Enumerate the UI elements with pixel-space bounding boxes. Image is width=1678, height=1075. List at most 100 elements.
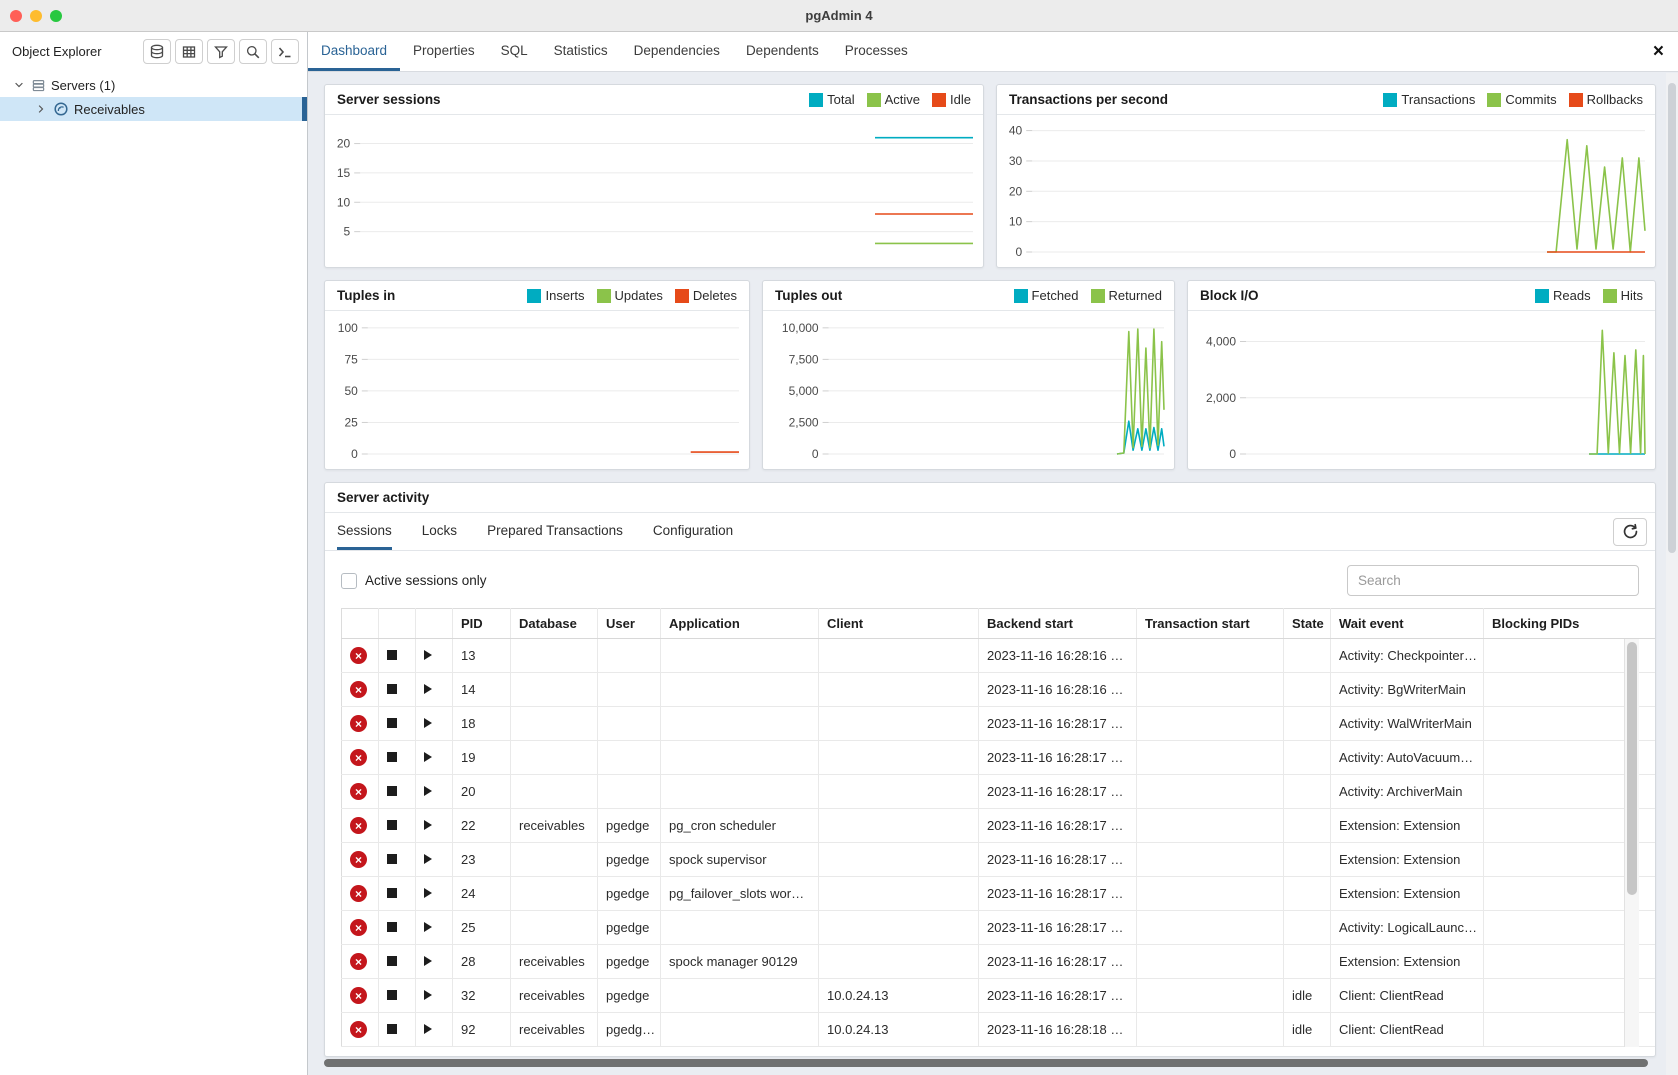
column-header-state[interactable]: State	[1284, 609, 1331, 639]
terminate-session-icon[interactable]	[387, 990, 397, 1000]
close-window-button[interactable]	[10, 10, 22, 22]
terminate-session-icon[interactable]	[387, 650, 397, 660]
column-header-transaction-start[interactable]: Transaction start	[1137, 609, 1284, 639]
cancel-session-icon[interactable]: ×	[350, 647, 367, 664]
cancel-session-icon[interactable]: ×	[350, 783, 367, 800]
expand-row-icon[interactable]	[424, 956, 432, 966]
cancel-session-icon[interactable]: ×	[350, 715, 367, 732]
cell-state: idle	[1284, 1013, 1331, 1047]
cancel-session-icon[interactable]: ×	[350, 817, 367, 834]
column-header-client[interactable]: Client	[819, 609, 979, 639]
cancel-session-icon[interactable]: ×	[350, 749, 367, 766]
sidebar-item-servers-1[interactable]: Servers (1)	[0, 73, 307, 97]
horizontal-scrollbar-thumb[interactable]	[324, 1059, 1648, 1067]
table-row[interactable]: ×202023-11-16 16:28:17 …Activity: Archiv…	[342, 775, 1656, 809]
expand-row-icon[interactable]	[424, 718, 432, 728]
tab-dashboard[interactable]: Dashboard	[308, 32, 400, 71]
tab-dependents[interactable]: Dependents	[733, 32, 832, 71]
cell-database	[511, 877, 598, 911]
legend-swatch	[1603, 289, 1617, 303]
legend-swatch	[675, 289, 689, 303]
tab-dependencies[interactable]: Dependencies	[621, 32, 733, 71]
expand-row-icon[interactable]	[424, 650, 432, 660]
column-header-database[interactable]: Database	[511, 609, 598, 639]
column-header-pid[interactable]: PID	[453, 609, 511, 639]
terminate-session-icon[interactable]	[387, 820, 397, 830]
cell-application: pg_failover_slots wor…	[661, 877, 819, 911]
cell-user	[598, 775, 661, 809]
table-row[interactable]: ×28receivablespgedgespock manager 901292…	[342, 945, 1656, 979]
terminate-session-icon[interactable]	[387, 718, 397, 728]
column-header-blocking-pids[interactable]: Blocking PIDs	[1484, 609, 1656, 639]
column-header-user[interactable]: User	[598, 609, 661, 639]
activity-tab-sessions[interactable]: Sessions	[337, 513, 392, 550]
cancel-session-icon[interactable]: ×	[350, 851, 367, 868]
terminate-session-icon[interactable]	[387, 922, 397, 932]
table-row[interactable]: ×92receivablespgedg…10.0.24.132023-11-16…	[342, 1013, 1656, 1047]
table-row[interactable]: ×132023-11-16 16:28:16 …Activity: Checkp…	[342, 639, 1656, 673]
expand-row-icon[interactable]	[424, 752, 432, 762]
expand-row-icon[interactable]	[424, 820, 432, 830]
expand-row-icon[interactable]	[424, 888, 432, 898]
close-panel-icon[interactable]: ×	[1653, 32, 1664, 72]
activity-tab-configuration[interactable]: Configuration	[653, 513, 733, 550]
chart-area: 403020100	[997, 115, 1655, 267]
terminate-session-icon[interactable]	[387, 888, 397, 898]
minimize-window-button[interactable]	[30, 10, 42, 22]
table-row[interactable]: ×142023-11-16 16:28:16 …Activity: BgWrit…	[342, 673, 1656, 707]
tab-processes[interactable]: Processes	[832, 32, 921, 71]
expand-row-icon[interactable]	[424, 786, 432, 796]
database-button[interactable]	[143, 39, 171, 64]
activity-tab-prepared-transactions[interactable]: Prepared Transactions	[487, 513, 623, 550]
expand-row-icon[interactable]	[424, 1024, 432, 1034]
expand-row-icon[interactable]	[424, 990, 432, 1000]
cancel-session-icon[interactable]: ×	[350, 681, 367, 698]
table-row[interactable]: ×192023-11-16 16:28:17 …Activity: AutoVa…	[342, 741, 1656, 775]
table-row[interactable]: ×24pgedgepg_failover_slots wor…2023-11-1…	[342, 877, 1656, 911]
table-row[interactable]: ×182023-11-16 16:28:17 …Activity: WalWri…	[342, 707, 1656, 741]
active-sessions-checkbox[interactable]	[341, 573, 357, 589]
search-button[interactable]	[239, 39, 267, 64]
table-row[interactable]: ×25pgedge2023-11-16 16:28:17 …Activity: …	[342, 911, 1656, 945]
tab-properties[interactable]: Properties	[400, 32, 488, 71]
filter-button[interactable]	[207, 39, 235, 64]
sidebar-item-receivables[interactable]: Receivables	[0, 97, 307, 121]
terminate-session-icon[interactable]	[387, 956, 397, 966]
table-vertical-scrollbar-thumb[interactable]	[1627, 642, 1637, 895]
tab-sql[interactable]: SQL	[488, 32, 541, 71]
terminate-session-icon[interactable]	[387, 1024, 397, 1034]
column-header-application[interactable]: Application	[661, 609, 819, 639]
cancel-session-icon[interactable]: ×	[350, 919, 367, 936]
tab-statistics[interactable]: Statistics	[541, 32, 621, 71]
refresh-button[interactable]	[1613, 518, 1647, 546]
zoom-window-button[interactable]	[50, 10, 62, 22]
terminate-session-icon[interactable]	[387, 854, 397, 864]
terminate-session-icon[interactable]	[387, 786, 397, 796]
main-vertical-scrollbar-thumb[interactable]	[1668, 83, 1676, 553]
cell-user: pgedge	[598, 911, 661, 945]
expand-row-icon[interactable]	[424, 922, 432, 932]
table-row[interactable]: ×32receivablespgedge10.0.24.132023-11-16…	[342, 979, 1656, 1013]
chevron-right-icon[interactable]	[34, 103, 48, 115]
terminate-session-icon[interactable]	[387, 752, 397, 762]
terminal-button[interactable]	[271, 39, 299, 64]
activity-tab-locks[interactable]: Locks	[422, 513, 457, 550]
cancel-session-icon[interactable]: ×	[350, 953, 367, 970]
chevron-down-icon[interactable]	[12, 79, 26, 91]
svg-text:10,000: 10,000	[782, 321, 819, 335]
cancel-session-icon[interactable]: ×	[350, 987, 367, 1004]
expand-row-icon[interactable]	[424, 854, 432, 864]
column-header-wait-event[interactable]: Wait event	[1331, 609, 1484, 639]
chart-panel-tuples-out: Tuples outFetchedReturned10,0007,5005,00…	[762, 280, 1175, 470]
terminate-session-icon[interactable]	[387, 684, 397, 694]
table-row[interactable]: ×22receivablespgedgepg_cron scheduler202…	[342, 809, 1656, 843]
cancel-session-icon[interactable]: ×	[350, 1021, 367, 1038]
column-header-backend-start[interactable]: Backend start	[979, 609, 1137, 639]
table-button[interactable]	[175, 39, 203, 64]
search-input[interactable]	[1347, 565, 1639, 596]
cell-database	[511, 673, 598, 707]
expand-row-icon[interactable]	[424, 684, 432, 694]
table-row[interactable]: ×23pgedgespock supervisor2023-11-16 16:2…	[342, 843, 1656, 877]
legend-swatch	[1091, 289, 1105, 303]
cancel-session-icon[interactable]: ×	[350, 885, 367, 902]
